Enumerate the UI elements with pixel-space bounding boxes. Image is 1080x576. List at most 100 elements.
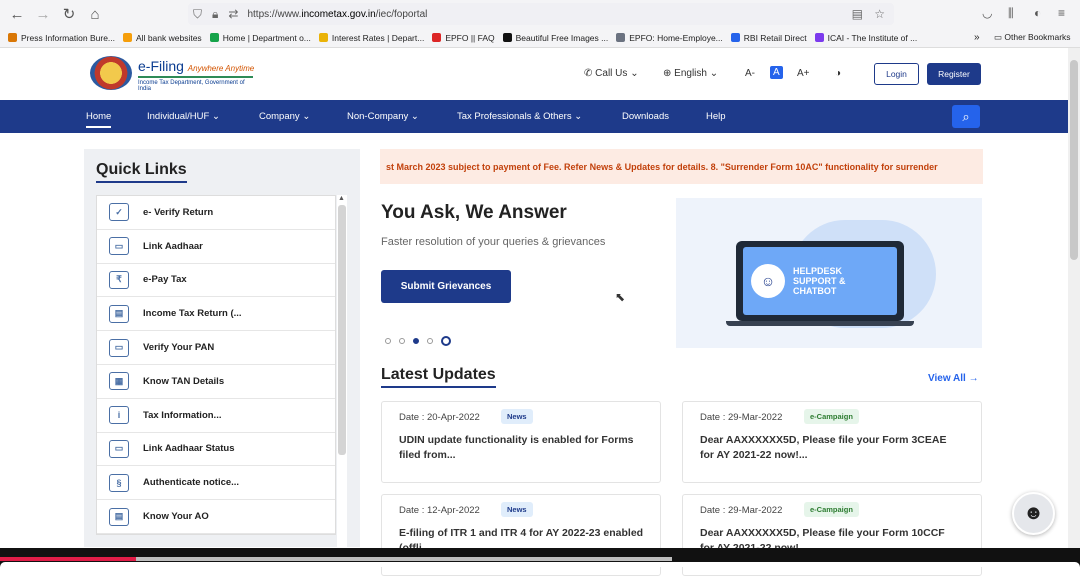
- quick-links-scrollbar[interactable]: ▲: [337, 195, 347, 547]
- quick-link-item[interactable]: ▤ Income Tax Return (...: [97, 297, 335, 332]
- contrast-icon[interactable]: ◑: [835, 68, 841, 79]
- helpdesk-banner[interactable]: ☺ HELPDESK SUPPORT & CHATBOT: [676, 198, 982, 348]
- support-agent-icon: ☺: [751, 264, 785, 298]
- pocket-icon[interactable]: ◡: [982, 6, 992, 20]
- update-body[interactable]: Dear AAXXXXXX5D, Please file your Form 3…: [700, 433, 950, 462]
- submit-grievances-button[interactable]: Submit Grievances: [381, 270, 511, 303]
- globe-icon: ⊕: [663, 68, 672, 79]
- bookmark-item[interactable]: ICAI - The Institute of ...: [814, 32, 918, 43]
- quick-link-label: Income Tax Return (...: [143, 308, 242, 320]
- font-increase-button[interactable]: A+: [797, 68, 810, 79]
- shield-icon[interactable]: ⛉: [193, 7, 202, 22]
- extension-icon[interactable]: ◐: [1034, 6, 1041, 20]
- lock-icon[interactable]: 🔒︎: [212, 7, 218, 22]
- page-scrollbar-thumb[interactable]: [1070, 60, 1078, 260]
- page-scrollbar[interactable]: [1068, 48, 1080, 548]
- font-decrease-button[interactable]: A-: [745, 68, 755, 79]
- update-date: Date : 29-Mar-2022: [700, 505, 783, 516]
- nav-non-company[interactable]: Non-Company ⌄: [347, 111, 419, 122]
- language-dropdown[interactable]: ⊕ English ⌄: [663, 68, 718, 79]
- bookmark-item[interactable]: RBI Retail Direct: [730, 32, 807, 43]
- bookmark-label: All bank websites: [136, 32, 202, 43]
- bookmark-label: Home | Department o...: [222, 32, 311, 43]
- view-all-link[interactable]: View All →: [928, 373, 979, 384]
- register-button[interactable]: Register: [927, 63, 981, 85]
- scroll-up-icon[interactable]: ▲: [338, 195, 345, 202]
- home-icon[interactable]: ⌂: [82, 6, 108, 23]
- quick-link-item[interactable]: ▭ Link Aadhaar: [97, 230, 335, 264]
- menu-icon[interactable]: ≡: [1058, 6, 1065, 20]
- nav-downloads[interactable]: Downloads: [622, 111, 669, 122]
- quick-link-item[interactable]: ▤ Know Your AO: [97, 500, 335, 534]
- mouse-cursor-icon: ⬉: [615, 290, 626, 304]
- bookmark-item[interactable]: Beautiful Free Images ...: [502, 33, 608, 43]
- carousel-dot[interactable]: [399, 338, 405, 344]
- bookmark-item[interactable]: All bank websites: [123, 33, 202, 43]
- carousel-pause-button[interactable]: [441, 336, 451, 346]
- quick-links-list: ✓ e- Verify Return ▭ Link Aadhaar ₹ e-Pay Tax…: [96, 195, 336, 535]
- quick-link-item[interactable]: ▦ Know TAN Details: [97, 365, 335, 399]
- quick-link-label: e-Pay Tax: [143, 274, 187, 286]
- bookmark-item[interactable]: Interest Rates | Depart...: [318, 33, 424, 43]
- emblem-logo[interactable]: [90, 56, 132, 90]
- forward-icon[interactable]: →: [30, 6, 56, 23]
- login-button[interactable]: Login: [874, 63, 919, 85]
- bookmark-item[interactable]: EPFO || FAQ: [432, 33, 495, 43]
- arrow-right-icon: →: [968, 373, 979, 384]
- update-card[interactable]: Date : 20-Apr-2022 News UDIN update func…: [381, 401, 661, 483]
- back-icon[interactable]: ←: [4, 6, 30, 23]
- bookmark-item[interactable]: EPFO: Home-Employe...: [616, 33, 723, 43]
- carousel-dot[interactable]: [385, 338, 391, 344]
- font-normal-button[interactable]: A: [770, 66, 783, 79]
- tan-details-icon: ▦: [109, 372, 129, 391]
- bookmark-star-icon[interactable]: ☆: [874, 7, 885, 21]
- bookmark-item[interactable]: Press Information Bure...: [8, 33, 115, 43]
- scrollbar-thumb[interactable]: [338, 205, 346, 455]
- quick-link-label: Authenticate notice...: [143, 477, 240, 489]
- chatbot-button[interactable]: ☻: [1012, 492, 1055, 535]
- address-bar[interactable]: ⛉ 🔒︎ ⇄ https://www.incometax.gov.in/iec/…: [188, 3, 894, 25]
- torch-icon: [318, 33, 328, 42]
- epay-tax-icon: ₹: [109, 270, 129, 289]
- other-bookmarks-chevron-icon[interactable]: »: [974, 32, 980, 43]
- search-button[interactable]: ⌕: [952, 105, 980, 128]
- latest-updates-title: Latest Updates: [381, 366, 496, 388]
- chevron-down-icon: ⌄: [211, 111, 220, 122]
- quick-link-item[interactable]: ▭ Verify Your PAN: [97, 331, 335, 365]
- quick-link-label: Tax Information...: [143, 409, 222, 421]
- quick-link-label: Know Your AO: [143, 511, 209, 523]
- quick-link-item[interactable]: ₹ e-Pay Tax: [97, 264, 335, 298]
- bookmark-item[interactable]: Home | Department o...: [209, 32, 311, 43]
- nav-help[interactable]: Help: [706, 111, 726, 122]
- nav-individual-huf[interactable]: Individual/HUF ⌄: [147, 111, 220, 122]
- nav-company[interactable]: Company ⌄: [259, 111, 310, 122]
- video-player-bar: [0, 548, 1080, 567]
- url-text[interactable]: https://www.incometax.gov.in/iec/foporta…: [247, 9, 427, 20]
- efiling-logo[interactable]: e-Filing Anywhere Anytime: [138, 58, 254, 74]
- campaign-badge: e-Campaign: [804, 502, 859, 517]
- quick-link-item[interactable]: § Authenticate notice...: [97, 466, 335, 501]
- reload-icon[interactable]: ↻: [56, 5, 82, 23]
- video-progress-bar[interactable]: [0, 557, 137, 561]
- carousel-dot[interactable]: [427, 338, 433, 344]
- update-date: Date : 29-Mar-2022: [700, 412, 783, 423]
- quick-link-item[interactable]: ✓ e- Verify Return: [97, 196, 335, 230]
- update-body[interactable]: UDIN update functionality is enabled for…: [399, 433, 649, 462]
- bookmark-label: ICAI - The Institute of ...: [827, 32, 918, 43]
- quick-link-item[interactable]: ▭ Link Aadhaar Status: [97, 433, 335, 467]
- reader-view-icon[interactable]: ▤: [852, 7, 863, 21]
- nav-tax-professionals[interactable]: Tax Professionals & Others ⌄: [457, 111, 582, 122]
- update-date: Date : 20-Apr-2022: [399, 412, 480, 423]
- quick-link-item[interactable]: i Tax Information...: [97, 399, 335, 433]
- quick-link-label: Link Aadhaar Status: [143, 443, 235, 455]
- news-ticker[interactable]: st March 2023 subject to payment of Fee.…: [380, 149, 983, 184]
- bookmark-label: RBI Retail Direct: [743, 32, 807, 43]
- nav-home[interactable]: Home: [86, 111, 112, 128]
- camera-icon: [502, 33, 512, 42]
- call-us-dropdown[interactable]: ✆ Call Us ⌄: [584, 68, 639, 79]
- other-bookmarks[interactable]: ▭ Other Bookmarks: [994, 32, 1071, 43]
- library-icon[interactable]: ⫼: [1008, 6, 1014, 21]
- carousel-dot-active[interactable]: [413, 338, 419, 344]
- permissions-icon[interactable]: ⇄: [228, 7, 238, 21]
- update-card[interactable]: Date : 29-Mar-2022 e-Campaign Dear AAXXX…: [682, 401, 982, 483]
